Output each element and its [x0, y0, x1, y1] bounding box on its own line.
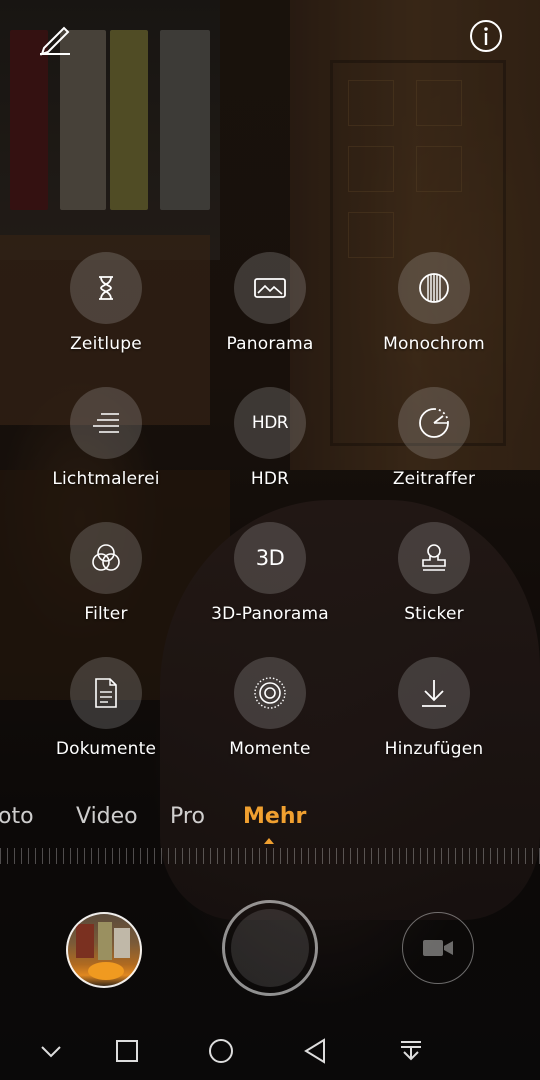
mode-lichtmalerei[interactable]: Lichtmalerei — [24, 387, 188, 489]
mode-zeitlupe[interactable]: Zeitlupe — [24, 252, 188, 354]
back-triangle-icon[interactable] — [300, 1036, 330, 1066]
hdr-icon-text: HDR — [251, 413, 289, 433]
chevron-down-icon[interactable] — [36, 1036, 66, 1066]
camera-mode-tabs: oto Video Pro Mehr — [0, 804, 540, 838]
mode-label: Dokumente — [55, 739, 157, 759]
download-icon — [398, 657, 470, 729]
recents-square-icon[interactable] — [112, 1036, 142, 1066]
mode-3d-panorama[interactable]: 3D 3D-Panorama — [188, 522, 352, 624]
3d-icon: 3D — [234, 522, 306, 594]
mode-label: Panorama — [226, 334, 314, 354]
mode-dokumente[interactable]: Dokumente — [24, 657, 188, 759]
mode-label: Momente — [229, 739, 311, 759]
thumbnail-detail — [114, 928, 130, 958]
mode-hinzufuegen[interactable]: Hinzufügen — [352, 657, 516, 759]
3d-icon-text: 3D — [255, 546, 285, 570]
video-camera-icon — [423, 940, 453, 956]
timelapse-icon — [398, 387, 470, 459]
mode-label: Zeitraffer — [392, 469, 476, 489]
moments-icon — [234, 657, 306, 729]
tab-mehr[interactable]: Mehr — [243, 804, 306, 829]
mode-panorama[interactable]: Panorama — [188, 252, 352, 354]
tab-foto[interactable]: oto — [0, 804, 34, 829]
filter-icon — [70, 522, 142, 594]
mode-label: Zeitlupe — [70, 334, 142, 354]
mode-label: HDR — [250, 469, 290, 489]
mode-zeitraffer[interactable]: Zeitraffer — [352, 387, 516, 489]
notification-pull-icon[interactable] — [396, 1036, 426, 1066]
document-icon — [70, 657, 142, 729]
tab-pro[interactable]: Pro — [170, 804, 205, 829]
mode-momente[interactable]: Momente — [188, 657, 352, 759]
thumbnail-detail — [76, 924, 94, 958]
hourglass-icon — [70, 252, 142, 324]
panorama-icon — [234, 252, 306, 324]
zoom-tick-scale[interactable] — [0, 848, 540, 864]
mode-label: Hinzufügen — [384, 739, 484, 759]
light-painting-icon — [70, 387, 142, 459]
mode-label: 3D-Panorama — [211, 604, 329, 624]
gallery-thumbnail[interactable] — [66, 912, 142, 988]
system-navigation-bar — [0, 1024, 540, 1080]
home-circle-icon[interactable] — [206, 1036, 236, 1066]
sticker-icon — [398, 522, 470, 594]
mode-label: Lichtmalerei — [52, 469, 160, 489]
hdr-icon: HDR — [234, 387, 306, 459]
thumbnail-detail — [98, 922, 112, 960]
pencil-icon[interactable] — [36, 18, 76, 58]
mode-label: Filter — [84, 604, 128, 624]
monochrome-icon — [398, 252, 470, 324]
mode-filter[interactable]: Filter — [24, 522, 188, 624]
mode-label: Sticker — [404, 604, 464, 624]
mode-sticker[interactable]: Sticker — [352, 522, 516, 624]
shutter-button[interactable] — [222, 900, 318, 996]
mode-monochrom[interactable]: Monochrom — [352, 252, 516, 354]
thumbnail-detail — [88, 962, 124, 980]
mode-hdr[interactable]: HDR HDR — [188, 387, 352, 489]
tab-video[interactable]: Video — [76, 804, 138, 829]
shutter-inner — [231, 909, 309, 987]
video-record-button[interactable] — [402, 912, 474, 984]
active-tab-indicator — [264, 838, 274, 844]
mode-label: Monochrom — [383, 334, 485, 354]
info-icon[interactable] — [468, 18, 504, 54]
